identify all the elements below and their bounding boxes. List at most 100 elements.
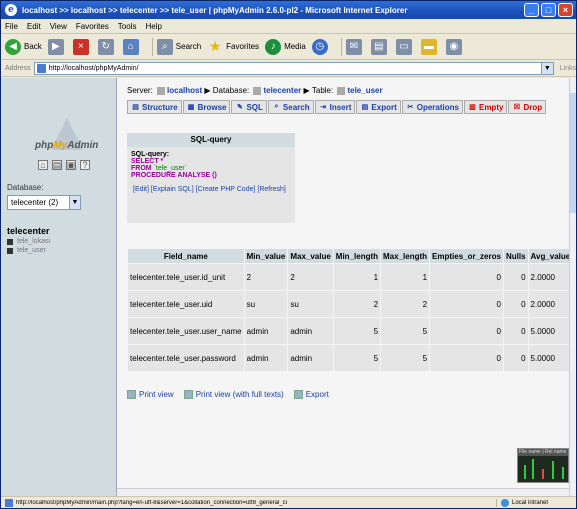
sql-query-box: SQL-query SQL-query: SELECT * FROM `tele… [127, 133, 295, 223]
horizontal-scrollbar[interactable] [117, 488, 569, 496]
col-header[interactable]: Empties_or_zeros [430, 249, 503, 263]
menu-help[interactable]: Help [145, 22, 161, 31]
scroll-thumb[interactable] [570, 93, 576, 213]
ie-icon: e [5, 4, 17, 16]
table-name: tele_lokasi [17, 238, 51, 245]
links-button[interactable]: Links [560, 65, 576, 72]
sql-line-procedure: PROCEDURE ANALYSE () [131, 172, 217, 179]
phpmyadmin-logo[interactable]: phpMyAdmin [13, 118, 105, 158]
database-link[interactable]: telecenter [263, 86, 301, 95]
stop-icon: × [72, 38, 89, 55]
col-header[interactable]: Max_value [288, 249, 333, 263]
search-label: Search [175, 42, 202, 51]
mail-button[interactable]: ✉ [345, 38, 365, 55]
tab-empty[interactable]: ▥ Empty [463, 100, 508, 114]
query-window-icon[interactable]: ▣ [66, 160, 76, 170]
tab-sql[interactable]: ✎ SQL [231, 100, 267, 114]
tab-search[interactable]: ⌕ Search [267, 100, 314, 114]
database-title[interactable]: telecenter [7, 226, 50, 236]
table-link-tele-user[interactable]: tele_user [7, 247, 50, 254]
minimize-button[interactable]: _ [524, 3, 539, 17]
home-button[interactable]: ⌂ [122, 38, 142, 55]
sql-icon: ✎ [237, 104, 243, 111]
status-url: http://localhost/phpMyAdmin/main.php?lan… [16, 499, 288, 506]
favorites-button[interactable]: ★ Favorites [207, 38, 259, 55]
cell: 2 [333, 291, 381, 317]
vertical-scrollbar[interactable] [569, 78, 576, 496]
sql-action-links[interactable]: [Edit] [Explain SQL] [Create PHP Code] [… [131, 186, 291, 193]
print-button[interactable]: ▤ [370, 38, 390, 55]
col-header[interactable]: Min_value [244, 249, 288, 263]
close-button[interactable]: × [558, 3, 573, 17]
menu-favorites[interactable]: Favorites [76, 22, 109, 31]
folder-button[interactable]: ▬ [420, 38, 440, 55]
col-header[interactable]: Nulls [503, 249, 528, 263]
sql-line-select: SELECT * [131, 158, 164, 165]
table-link[interactable]: tele_user [347, 86, 382, 95]
refresh-icon: ↻ [97, 38, 114, 55]
tab-export[interactable]: ▤ Export [356, 100, 401, 114]
logo-text: phpMyAdmin [35, 140, 99, 151]
graph-bar [552, 461, 554, 479]
tab-structure[interactable]: ▤ Structure [127, 100, 182, 114]
search-button[interactable]: ⌕ Search [156, 38, 202, 55]
server-link[interactable]: localhost [167, 86, 202, 95]
toolbar-separator [340, 37, 342, 56]
history-button[interactable]: ◷ [311, 38, 331, 55]
menu-file[interactable]: File [5, 22, 18, 31]
menu-tools[interactable]: Tools [118, 22, 137, 31]
tab-drop[interactable]: ☒ Drop [508, 100, 547, 114]
home-icon[interactable]: ⌂ [38, 160, 48, 170]
cell: 0 [430, 318, 503, 344]
table-grid-icon[interactable] [7, 247, 13, 254]
col-header[interactable]: Min_length [333, 249, 381, 263]
edit-button[interactable]: ▭ [395, 38, 415, 55]
graph-bar [524, 465, 526, 479]
cell: 0 [503, 291, 528, 317]
export-icon: ▤ [361, 104, 369, 111]
table-list: tele_lokasi tele_user [7, 238, 50, 256]
menu-view[interactable]: View [50, 22, 67, 31]
graph-bar [542, 469, 544, 479]
media-button[interactable]: ♪ Media [265, 38, 306, 55]
graph-bar [562, 467, 564, 479]
database-label: Database: [212, 86, 250, 95]
menu-edit[interactable]: Edit [27, 22, 41, 31]
table-grid-icon[interactable] [7, 238, 13, 245]
tab-operations[interactable]: ✂ Operations [401, 100, 463, 114]
title-bar[interactable]: e localhost >> localhost >> telecenter >… [1, 1, 576, 19]
col-header[interactable]: Max_length [381, 249, 430, 263]
refresh-button[interactable]: ↻ [97, 38, 117, 55]
address-dropdown-icon[interactable]: ▼ [541, 61, 554, 75]
menu-bar: File Edit View Favorites Tools Help [1, 19, 576, 34]
cell: 5 [333, 318, 381, 344]
sql-query-icon[interactable]: ▤ [52, 160, 62, 170]
address-input[interactable]: http://localhost/phpMyAdmin/ [33, 61, 542, 75]
docs-icon[interactable]: ? [80, 160, 90, 170]
col-header[interactable]: Avg_value_or_avg_length [528, 249, 569, 263]
nav-icons: ⌂ ▤ ▣ ? [38, 160, 94, 170]
back-button[interactable]: ◀ Back [5, 38, 42, 55]
maximize-button[interactable]: □ [541, 3, 556, 17]
print-view-link[interactable]: Print view [139, 390, 174, 399]
table-link-tele-lokasi[interactable]: tele_lokasi [7, 238, 50, 245]
stop-button[interactable]: × [72, 38, 92, 55]
intranet-globe-icon [501, 498, 509, 507]
col-header[interactable]: Field_name [128, 249, 244, 263]
cell: 2 [381, 291, 430, 317]
tab-insert[interactable]: ⇥ Insert [314, 100, 356, 114]
results-table: Field_name Min_value Max_value Min_lengt… [127, 248, 569, 372]
cell: 2 [288, 264, 333, 290]
table-icon [337, 86, 346, 95]
edit-icon: ▭ [395, 38, 412, 55]
monitor-label: File name | Rel name [518, 449, 568, 456]
cell: 2 [244, 264, 288, 290]
forward-button[interactable]: ▶ [47, 38, 67, 55]
tab-bar: ▤ Structure ▦ Browse ✎ SQL ⌕ Search ⇥ Insert … [127, 100, 547, 114]
database-select[interactable]: telecenter (2) ▼ [7, 195, 81, 210]
print-view-full-link[interactable]: Print view (with full texts) [196, 390, 284, 399]
tab-browse[interactable]: ▦ Browse [182, 100, 231, 114]
export-link[interactable]: Export [306, 390, 329, 399]
messenger-icon: ◉ [445, 38, 462, 55]
messenger-button[interactable]: ◉ [445, 38, 465, 55]
